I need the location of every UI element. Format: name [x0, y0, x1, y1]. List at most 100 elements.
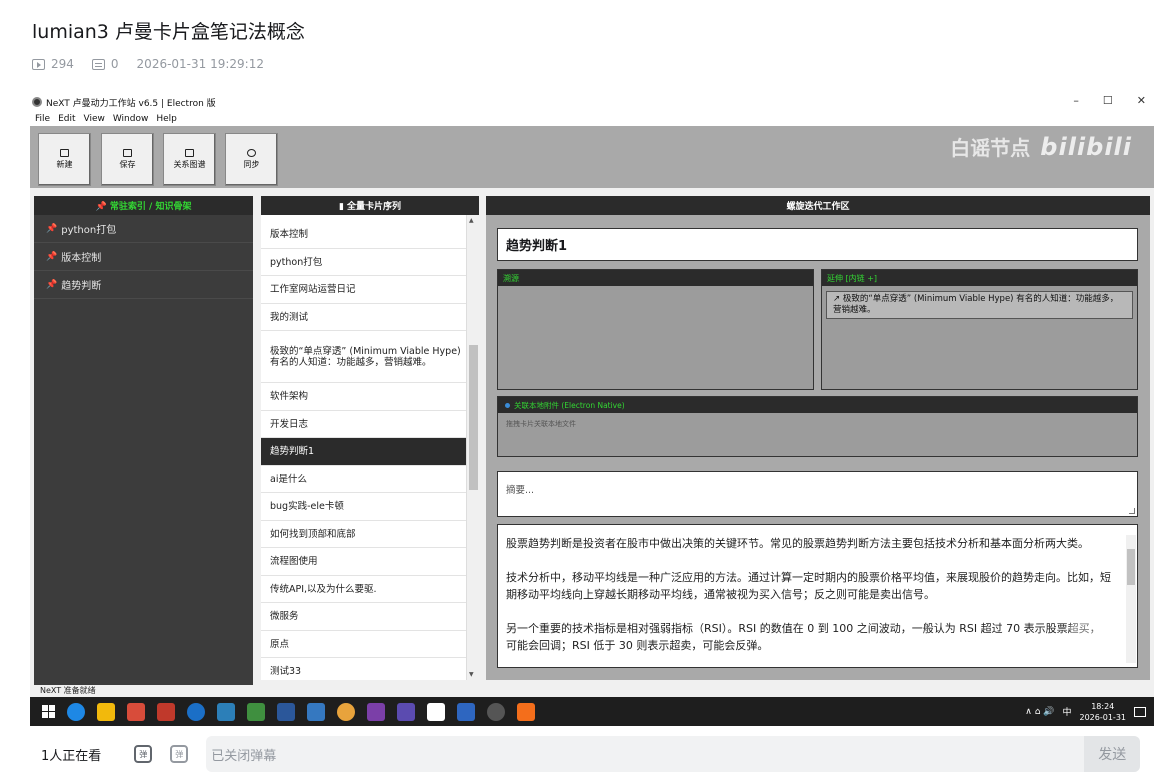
scroll-down-icon[interactable]: ▼ [469, 671, 474, 678]
notification-icon[interactable] [1134, 706, 1146, 717]
danmaku-bar: 1人正在看 弹 弹 已关闭弹幕 发送 [30, 731, 1154, 777]
graph-button[interactable]: 关系图谱 [163, 133, 216, 186]
bilibili-watermark: 白谣节点 bilibili [950, 132, 1132, 161]
menu-edit[interactable]: Edit [58, 114, 75, 124]
body-scrollbar[interactable] [1126, 535, 1136, 663]
sidebar-item-python[interactable]: 📌 python打包 [34, 215, 253, 243]
danmaku-placeholder: 已关闭弹幕 [211, 748, 277, 764]
card-item[interactable]: 如何找到顶部和底部 [261, 521, 479, 548]
sidebar-item-version-control[interactable]: 📌 版本控制 [34, 243, 253, 271]
app-icon[interactable] [187, 702, 205, 721]
workspace: 趋势判断1 溯源 延伸 [内链 +] ↗ 极致的“单点穿透” (Minimum … [486, 215, 1150, 680]
attachment-box[interactable]: 关联本地附件 (Electron Native) 拖拽卡片关联本地文件 [497, 396, 1138, 457]
card-item[interactable]: ai是什么 [261, 466, 479, 493]
card-item[interactable]: 极致的“单点穿透” (Minimum Viable Hype) 有名的人知道：功… [261, 331, 479, 383]
floating-player-control[interactable]: ▷ 可能 [1070, 619, 1120, 657]
pin-icon: 📌 [46, 279, 58, 290]
close-icon[interactable]: ✕ [1137, 94, 1146, 107]
sidebar-item-label: 趋势判断 [61, 281, 102, 292]
card-list-scrollbar[interactable]: ▲ ▼ [466, 215, 479, 680]
app-icon[interactable] [457, 702, 475, 721]
sidebar-item-label: python打包 [61, 225, 117, 236]
card-item[interactable]: 测试33 [261, 658, 479, 680]
ime-indicator[interactable]: 中 [1062, 705, 1071, 718]
link-chip[interactable]: ↗ 极致的“单点穿透” (Minimum Viable Hype) 有名的人知道… [826, 291, 1133, 319]
graph-icon [185, 149, 194, 157]
clock[interactable]: 18:24 2026-01-31 [1080, 701, 1127, 723]
danmaku-settings-icon[interactable]: 弹 [170, 745, 189, 763]
scroll-thumb[interactable] [469, 345, 478, 490]
card-item[interactable]: 工作室网站运营日记 [261, 276, 479, 304]
body-paragraph: 股票趋势判断是投资者在股市中做出决策的关键环节。常见的股票趋势判断方法主要包括技… [506, 537, 1089, 550]
resize-grip-icon[interactable] [1129, 508, 1135, 514]
app-window-title: NeXT 卢曼动力工作站 v6.5 | Electron 版 [46, 98, 216, 109]
app-statusbar: NeXT 准备就绪 [30, 685, 1154, 697]
menu-file[interactable]: File [35, 114, 50, 124]
card-item[interactable]: 流程图使用 [261, 548, 479, 576]
card-item[interactable]: bug实践-ele卡顿 [261, 493, 479, 521]
word-icon[interactable] [277, 702, 295, 721]
video-player[interactable]: NeXT 卢曼动力工作站 v6.5 | Electron 版 – ☐ ✕ Fil… [30, 92, 1154, 726]
card-item[interactable]: 版本控制 [261, 221, 479, 249]
sidebar-item-trend[interactable]: 📌 趋势判断 [34, 271, 253, 299]
scroll-up-icon[interactable]: ▲ [469, 217, 474, 224]
menu-window[interactable]: Window [113, 114, 149, 124]
body-scroll-thumb[interactable] [1127, 549, 1135, 585]
app-icon[interactable] [337, 702, 355, 721]
save-icon [123, 149, 132, 157]
card-item[interactable]: 我的测试 [261, 304, 479, 331]
summary-input[interactable]: 摘要... [497, 471, 1138, 517]
maximize-icon[interactable]: ☐ [1103, 94, 1113, 107]
app-icon[interactable] [247, 702, 265, 721]
edge-icon[interactable] [67, 702, 85, 721]
sync-button[interactable]: 同步 [225, 133, 278, 186]
card-item[interactable]: 软件架构 [261, 383, 479, 411]
app-icon[interactable] [127, 702, 145, 721]
card-item[interactable]: 微服务 [261, 603, 479, 631]
danmaku-input[interactable]: 已关闭弹幕 发送 [206, 736, 1141, 772]
electron-app-icon[interactable] [487, 702, 505, 721]
card-item-active[interactable]: 趋势判断1 [261, 438, 479, 466]
app-icon[interactable] [517, 702, 535, 721]
filezilla-icon[interactable] [157, 702, 175, 721]
backlinks-header: 溯源 [498, 270, 813, 286]
windows-start-icon[interactable] [42, 705, 55, 718]
card-body-editor[interactable]: 股票趋势判断是投资者在股市中做出决策的关键环节。常见的股票趋势判断方法主要包括技… [497, 524, 1138, 668]
menu-view[interactable]: View [84, 114, 105, 124]
minimize-icon[interactable]: – [1073, 94, 1079, 107]
card-item[interactable]: 开发日志 [261, 411, 479, 438]
watermark-text: 白谣节点 [950, 136, 1031, 160]
tray-icons[interactable]: ∧ ⌂ 🔊 [1025, 707, 1054, 717]
sidebar-item-label: 版本控制 [61, 253, 102, 264]
app-logo-icon [32, 97, 42, 107]
clock-time: 18:24 [1091, 701, 1115, 711]
attachment-dot-icon [505, 402, 510, 408]
visual-studio-icon[interactable] [367, 702, 385, 721]
app-toolbar: 新建 保存 关系图谱 同步 白谣节点 bilibili [30, 126, 1154, 188]
page-header: lumian3 卢曼卡片盒笔记法概念 294 0 2026-01-31 19:2… [32, 18, 1132, 72]
new-icon [60, 149, 69, 157]
app-icon[interactable] [397, 702, 415, 721]
attachment-hint: 拖拽卡片关联本地文件 [506, 420, 576, 428]
publish-datetime: 2026-01-31 19:29:12 [136, 57, 264, 71]
card-title-input[interactable]: 趋势判断1 [497, 228, 1138, 261]
app-icon[interactable] [427, 702, 445, 721]
card-item[interactable]: 传统API,以及为什么要驱. [261, 576, 479, 603]
viewer-count: 1人正在看 [41, 748, 102, 764]
forward-links-box: 延伸 [内链 +] ↗ 极致的“单点穿透” (Minimum Viable Hy… [821, 269, 1138, 390]
card-item[interactable]: python打包 [261, 249, 479, 276]
card-item[interactable]: 原点 [261, 631, 479, 658]
body-paragraph: 技术分析中，移动平均线是一种广泛应用的方法。通过计算一定时期内的股票价格平均值，… [506, 571, 1111, 601]
save-button[interactable]: 保存 [101, 133, 154, 186]
sync-button-label: 同步 [243, 160, 260, 169]
danmaku-toggle-icon[interactable]: 弹 [134, 745, 153, 763]
app-icon[interactable] [217, 702, 235, 721]
bilibili-logo: bilibili [1040, 132, 1132, 161]
forward-links-header[interactable]: 延伸 [内链 +] [822, 270, 1137, 286]
new-button-label: 新建 [56, 160, 73, 169]
file-explorer-icon[interactable] [97, 702, 115, 721]
app-icon[interactable] [307, 702, 325, 721]
new-button[interactable]: 新建 [38, 133, 91, 186]
menu-help[interactable]: Help [156, 114, 177, 124]
send-button[interactable]: 发送 [1084, 736, 1141, 772]
